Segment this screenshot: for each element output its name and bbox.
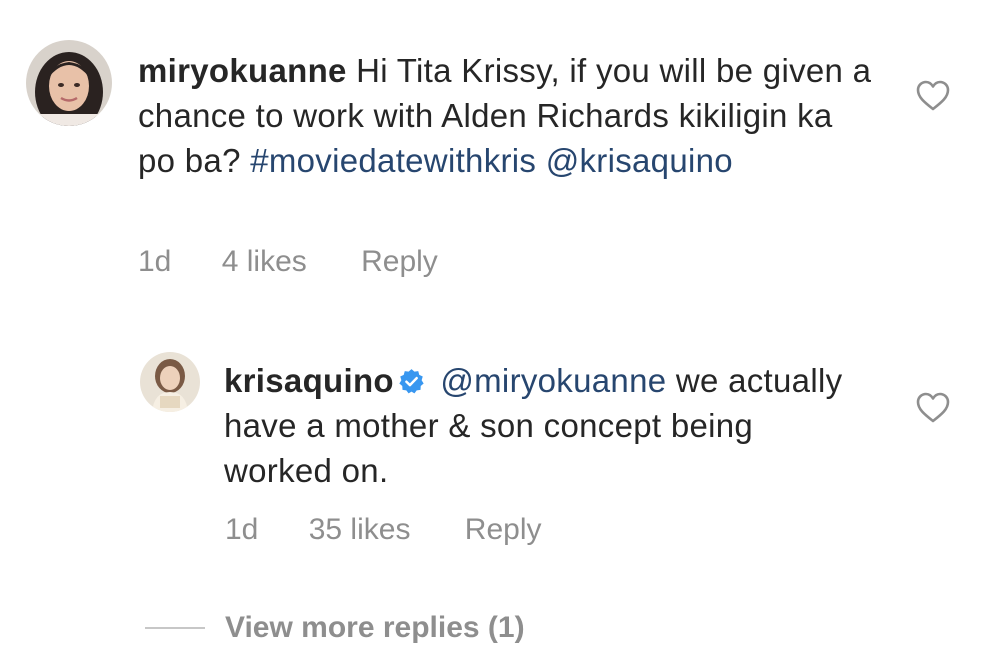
comments-section: miryokuanne Hi Tita Krissy, if you will …	[0, 0, 1000, 672]
comment-username[interactable]: krisaquino	[224, 362, 394, 399]
comment-time: 1d	[225, 513, 259, 546]
reply-body: krisaquino @miryokuanne we actually have…	[224, 358, 864, 493]
reply-button[interactable]: Reply	[465, 512, 542, 548]
comment-username[interactable]: miryokuanne	[138, 52, 347, 89]
verified-badge-icon	[398, 368, 425, 395]
comment-meta: 1d 4 likes Reply	[138, 244, 438, 280]
comment-likes[interactable]: 35 likes	[309, 512, 411, 548]
mention-link[interactable]: @krisaquino	[546, 142, 733, 179]
divider	[145, 627, 205, 629]
comment-meta: 1d 35 likes Reply	[225, 512, 541, 548]
comment-time: 1d	[138, 245, 172, 278]
heart-outline-icon	[916, 392, 950, 423]
like-button[interactable]	[916, 80, 950, 112]
view-more-replies-button[interactable]: View more replies (1)	[145, 608, 525, 648]
view-more-replies-label: View more replies (1)	[225, 611, 525, 644]
avatar[interactable]	[26, 40, 112, 126]
avatar[interactable]	[140, 352, 200, 412]
mention-link[interactable]: @miryokuanne	[440, 362, 666, 399]
like-button[interactable]	[916, 392, 950, 424]
reply-button[interactable]: Reply	[361, 244, 438, 280]
comment-body: miryokuanne Hi Tita Krissy, if you will …	[138, 48, 878, 183]
comment-likes[interactable]: 4 likes	[222, 244, 307, 280]
user-avatar-photo	[140, 352, 200, 412]
user-avatar-photo	[26, 40, 112, 126]
heart-outline-icon	[916, 80, 950, 111]
hashtag-link[interactable]: #moviedatewithkris	[250, 142, 536, 179]
